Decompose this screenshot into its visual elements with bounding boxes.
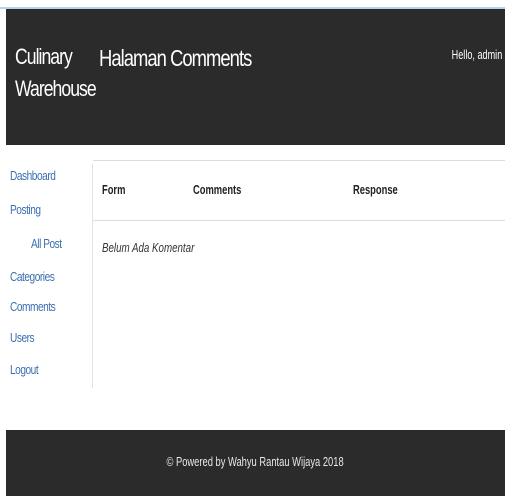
column-header-comments: Comments bbox=[193, 182, 242, 197]
divider bbox=[93, 160, 505, 161]
header-bar: Culinary Warehouse Halaman Comments Hell… bbox=[6, 9, 505, 145]
footer-credit: © Powered by Wahyu Rantau Wijaya 2018 bbox=[166, 454, 345, 469]
sidebar-item-logout[interactable]: Logout bbox=[10, 362, 39, 377]
column-header-form: Form bbox=[102, 182, 126, 197]
sidebar-item-all-post[interactable]: All Post bbox=[31, 236, 62, 251]
sidebar-item-users[interactable]: Users bbox=[10, 330, 35, 345]
sidebar-item-categories[interactable]: Categories bbox=[10, 269, 55, 284]
footer-bar: © Powered by Wahyu Rantau Wijaya 2018 bbox=[6, 430, 505, 496]
divider bbox=[93, 220, 505, 221]
sidebar-item-posting[interactable]: Posting bbox=[10, 202, 41, 217]
sidebar-nav: Dashboard Posting All Post Categories Co… bbox=[10, 164, 93, 388]
column-header-response: Response bbox=[353, 182, 398, 197]
user-greeting: Hello, admin bbox=[451, 47, 502, 62]
top-border bbox=[0, 0, 505, 9]
sidebar-item-dashboard[interactable]: Dashboard bbox=[10, 168, 56, 183]
brand-logo[interactable]: Culinary Warehouse bbox=[15, 41, 97, 105]
page-title: Halaman Comments bbox=[99, 45, 252, 71]
empty-state-message: Belum Ada Komentar bbox=[102, 240, 195, 255]
sidebar-item-comments[interactable]: Comments bbox=[10, 299, 56, 314]
